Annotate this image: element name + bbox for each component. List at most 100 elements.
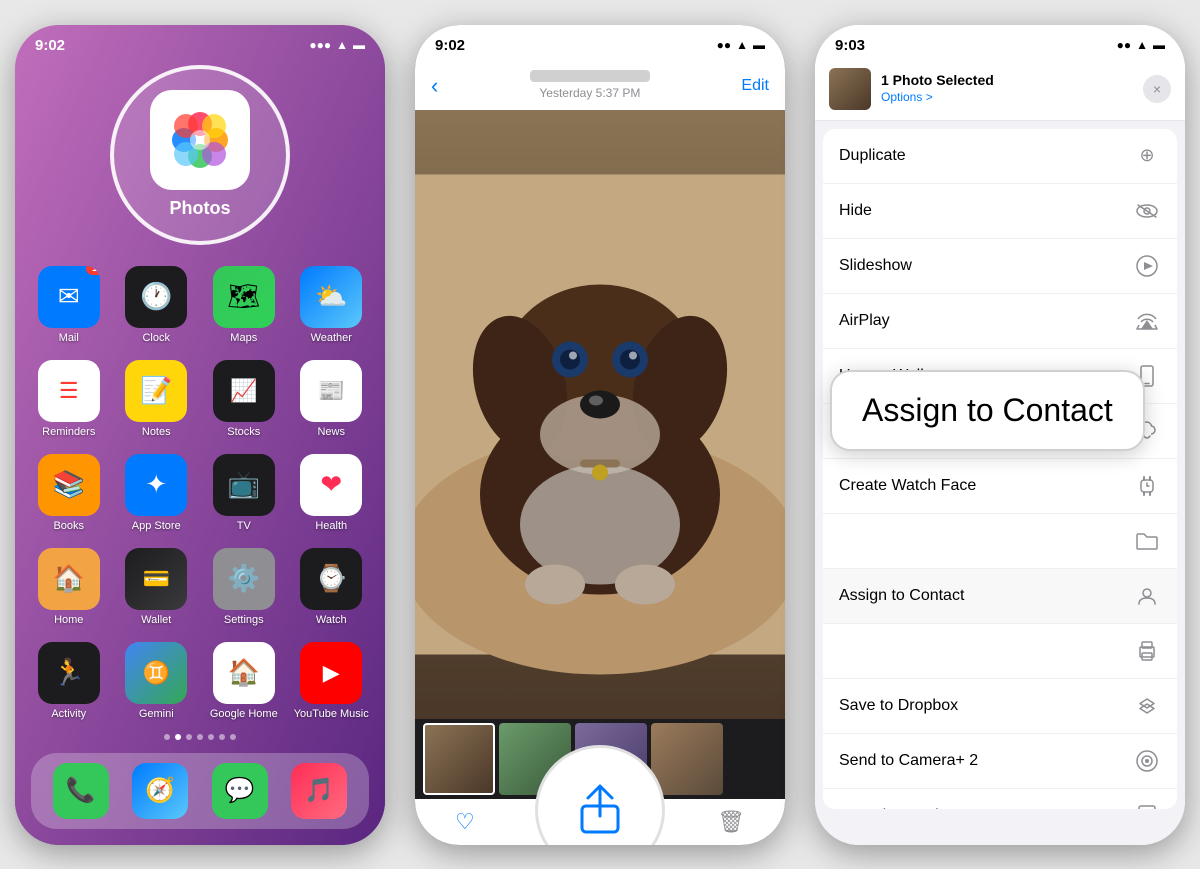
menu-item-duplicate[interactable]: Duplicate ⊕	[823, 129, 1177, 184]
googlehome-icon[interactable]: 🏠	[213, 642, 275, 704]
share-close-button[interactable]: ×	[1143, 75, 1171, 103]
menu-item-goodnotes[interactable]: Open in GoodNotes	[823, 789, 1177, 809]
news-icon[interactable]: 📰	[300, 360, 362, 422]
tv-icon[interactable]: 📺	[213, 454, 275, 516]
app-weather[interactable]: ⛅ Weather	[294, 266, 370, 344]
stocks-icon[interactable]: 📈	[213, 360, 275, 422]
mail-icon[interactable]: ✉ 1	[38, 266, 100, 328]
app-tv[interactable]: 📺 TV	[206, 454, 282, 532]
app-notes[interactable]: 📝 Notes	[119, 360, 195, 438]
phone-icon[interactable]: 📞	[53, 763, 109, 819]
ytmusic-icon[interactable]: ▶	[300, 642, 362, 704]
app-ytmusic[interactable]: ▶ YouTube Music	[294, 642, 370, 720]
menu-item-watchface[interactable]: Create Watch Face	[823, 459, 1177, 514]
settings-icon[interactable]: ⚙️	[213, 548, 275, 610]
dog-image-svg	[415, 110, 785, 719]
app-maps[interactable]: 🗺 Maps	[206, 266, 282, 344]
gemini-icon[interactable]: ♊	[125, 642, 187, 704]
watchface-label: Create Watch Face	[839, 477, 976, 495]
googlehome-label: Google Home	[210, 708, 278, 720]
menu-item-slideshow[interactable]: Slideshow	[823, 239, 1177, 294]
app-row-1: ✉ 1 Mail 🕐 Clock 🗺 Maps	[15, 258, 385, 352]
messages-icon[interactable]: 💬	[212, 763, 268, 819]
app-stocks[interactable]: 📈 Stocks	[206, 360, 282, 438]
cameraplus-label: Send to Camera+ 2	[839, 752, 978, 770]
app-home[interactable]: 🏠 Home	[31, 548, 107, 626]
home-icon[interactable]: 🏠	[38, 548, 100, 610]
cameraplus-icon	[1133, 747, 1161, 775]
phone2-photos-viewer: 9:02 ●● ▲ ▬ ‹ Yesterday 5:37 PM Edit	[415, 25, 785, 845]
menu-item-cameraplus[interactable]: Send to Camera+ 2	[823, 734, 1177, 789]
app-row-2: ☰ Reminders 📝 Notes 📈 Stocks	[15, 352, 385, 446]
news-label: News	[317, 426, 345, 438]
menu-item-print[interactable]	[823, 624, 1177, 679]
dot-2	[175, 734, 181, 740]
music-icon[interactable]: 🎵	[291, 763, 347, 819]
gemini-label: Gemini	[139, 708, 174, 720]
menu-item-airplay[interactable]: AirPlay	[823, 294, 1177, 349]
contact-icon-svg	[1136, 585, 1158, 607]
app-reminders[interactable]: ☰ Reminders	[31, 360, 107, 438]
assigncontact-label: Assign to Contact	[839, 587, 964, 605]
app-row-3: 📚 Books ✦ App Store 📺 TV	[15, 446, 385, 540]
wallet-label: Wallet	[141, 614, 171, 626]
app-news[interactable]: 📰 News	[294, 360, 370, 438]
app-wallet[interactable]: 💳 Wallet	[119, 548, 195, 626]
wifi-icon-2: ▲	[736, 38, 748, 52]
app-settings[interactable]: ⚙️ Settings	[206, 548, 282, 626]
app-health[interactable]: ❤ Health	[294, 454, 370, 532]
folder-icon-svg	[1136, 532, 1158, 550]
edit-button[interactable]: Edit	[741, 77, 769, 95]
hide-eye-icon	[1136, 204, 1158, 218]
share-thumbnail	[829, 68, 871, 110]
photos-icon-large[interactable]	[150, 90, 250, 190]
menu-item-dropbox[interactable]: Save to Dropbox	[823, 679, 1177, 734]
status-bar-2: 9:02 ●● ▲ ▬	[415, 25, 785, 58]
dock-music[interactable]: 🎵	[291, 763, 347, 819]
reminders-icon[interactable]: ☰	[38, 360, 100, 422]
dot-3	[186, 734, 192, 740]
menu-item-folder[interactable]	[823, 514, 1177, 569]
dock-phone[interactable]: 📞	[53, 763, 109, 819]
watch-icon[interactable]: ⌚	[300, 548, 362, 610]
assign-to-contact-callout: Assign to Contact	[830, 370, 1145, 451]
app-gemini[interactable]: ♊ Gemini	[119, 642, 195, 720]
safari-icon[interactable]: 🧭	[132, 763, 188, 819]
strip-thumb-1[interactable]	[423, 723, 495, 795]
dog-photo[interactable]	[415, 110, 785, 719]
signal-icon-2: ●●	[717, 38, 732, 52]
trash-button[interactable]: 🗑	[717, 809, 745, 835]
battery-icon-2: ▬	[753, 38, 765, 52]
books-icon[interactable]: 📚	[38, 454, 100, 516]
menu-item-assigncontact[interactable]: Assign to Contact	[823, 569, 1177, 624]
books-label: Books	[53, 520, 84, 532]
assigncontact-icon	[1133, 582, 1161, 610]
activity-icon[interactable]: 🏃	[38, 642, 100, 704]
dock-safari[interactable]: 🧭	[132, 763, 188, 819]
app-clock[interactable]: 🕐 Clock	[119, 266, 195, 344]
weather-icon[interactable]: ⛅	[300, 266, 362, 328]
app-activity[interactable]: 🏃 Activity	[31, 642, 107, 720]
app-books[interactable]: 📚 Books	[31, 454, 107, 532]
dot-1	[164, 734, 170, 740]
wallet-icon[interactable]: 💳	[125, 548, 187, 610]
dock-messages[interactable]: 💬	[212, 763, 268, 819]
maps-icon[interactable]: 🗺	[213, 266, 275, 328]
strip-thumb-4[interactable]	[651, 723, 723, 795]
share-header: 1 Photo Selected Options > ×	[815, 58, 1185, 121]
health-icon[interactable]: ❤	[300, 454, 362, 516]
app-appstore[interactable]: ✦ App Store	[119, 454, 195, 532]
assign-callout-text: Assign to Contact	[862, 392, 1113, 428]
app-watch[interactable]: ⌚ Watch	[294, 548, 370, 626]
dot-4	[197, 734, 203, 740]
menu-item-hide[interactable]: Hide	[823, 184, 1177, 239]
appstore-icon[interactable]: ✦	[125, 454, 187, 516]
app-mail[interactable]: ✉ 1 Mail	[31, 266, 107, 344]
clock-icon[interactable]: 🕐	[125, 266, 187, 328]
app-googlehome[interactable]: 🏠 Google Home	[206, 642, 282, 720]
notes-icon[interactable]: 📝	[125, 360, 187, 422]
back-button[interactable]: ‹	[431, 73, 438, 99]
share-options-link[interactable]: Options >	[881, 90, 933, 104]
status-time-2: 9:02	[435, 37, 465, 54]
favorite-button[interactable]: ♡	[455, 809, 475, 835]
